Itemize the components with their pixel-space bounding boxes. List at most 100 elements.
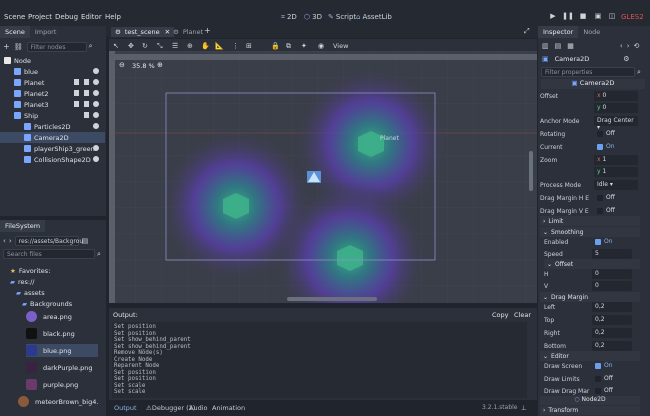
pin-icon[interactable]: ⊥: [521, 404, 527, 412]
search-files-input[interactable]: Search files: [3, 249, 95, 259]
visibility-eye-icon[interactable]: [93, 112, 99, 118]
menu-project[interactable]: Project: [28, 13, 52, 21]
pivot-icon[interactable]: ⊕: [187, 42, 193, 50]
menu-editor[interactable]: Editor: [81, 13, 102, 21]
bone-icon[interactable]: ✦: [301, 42, 307, 50]
current-checkbox[interactable]: On: [594, 142, 638, 152]
visibility-eye-icon[interactable]: [93, 101, 99, 107]
canvas-viewport[interactable]: ⊖ 35.8 % ⊕ Planet: [109, 51, 537, 303]
visibility-eye-icon[interactable]: [93, 123, 99, 129]
instance-icon[interactable]: [74, 101, 79, 107]
visibility-eye-icon[interactable]: [93, 68, 99, 74]
fs-file[interactable]: black.png: [26, 327, 75, 340]
fs-file[interactable]: darkPurple.png: [26, 361, 93, 374]
offset-v-slider[interactable]: 0: [592, 281, 632, 291]
offset-y-field[interactable]: y 0: [594, 103, 638, 113]
zoom-in-icon[interactable]: ⊕: [157, 61, 163, 69]
view-menu[interactable]: View: [333, 42, 348, 50]
offset-x-field[interactable]: x 0: [594, 91, 638, 101]
tab-debugger[interactable]: ⚠Debugger (2): [146, 404, 195, 412]
pan-icon[interactable]: ✋: [201, 42, 210, 50]
ruler-icon[interactable]: 📐: [215, 42, 224, 50]
tab-animation[interactable]: Animation: [212, 404, 245, 412]
add-node-icon[interactable]: +: [3, 42, 10, 51]
tree-row-playership[interactable]: playerShip3_green: [0, 143, 105, 154]
workspace-3d[interactable]: ⬡ 3D: [304, 13, 322, 21]
script-attached-icon[interactable]: [84, 112, 89, 118]
clear-button[interactable]: Clear: [514, 311, 531, 319]
zoom-level[interactable]: 35.8 %: [132, 62, 155, 70]
script-attached-icon[interactable]: [84, 79, 89, 85]
visibility-eye-icon[interactable]: [93, 90, 99, 96]
path-field[interactable]: res://assets/Backgrou: [14, 236, 83, 246]
history-forward-icon[interactable]: ›: [627, 42, 630, 50]
tree-row-ship[interactable]: Ship: [0, 110, 105, 121]
lock-icon[interactable]: 🔒: [271, 42, 280, 50]
fs-file[interactable]: area.png: [26, 310, 72, 323]
tree-row-particles2d[interactable]: Particles2D: [0, 121, 105, 132]
renderer-label[interactable]: GLES2: [621, 13, 644, 21]
workspace-assetlib[interactable]: ⌂ AssetLib: [356, 13, 392, 21]
menu-help[interactable]: Help: [105, 13, 121, 21]
object-menu-icon[interactable]: ⚙: [623, 55, 629, 63]
drag-margin-h-checkbox[interactable]: Off: [594, 193, 638, 203]
draw-screen-checkbox[interactable]: On: [592, 361, 636, 371]
play-icon[interactable]: ▶: [547, 12, 559, 22]
tab-scene[interactable]: Scene: [0, 26, 30, 38]
drag-bottom-slider[interactable]: 0,2: [592, 341, 632, 351]
tree-row-collisionshape2d[interactable]: CollisionShape2D: [0, 154, 105, 165]
menu-scene[interactable]: Scene: [4, 13, 25, 21]
tab-import[interactable]: Import: [30, 26, 62, 38]
forward-icon[interactable]: ›: [9, 237, 12, 245]
scale-tool-icon[interactable]: ⤡: [157, 42, 163, 51]
copy-button[interactable]: Copy: [492, 311, 509, 319]
group-icon[interactable]: ⧉: [286, 42, 291, 51]
zoom-y-field[interactable]: y 1: [594, 167, 638, 177]
camera-override-icon[interactable]: ◉: [318, 42, 324, 50]
fs-file-selected[interactable]: blue.png: [26, 344, 98, 357]
visibility-eye-icon[interactable]: [93, 145, 99, 151]
stop-icon[interactable]: ■: [577, 12, 589, 22]
play-scene-icon[interactable]: ▣: [592, 12, 604, 22]
history-back-icon[interactable]: ‹: [620, 42, 623, 50]
tree-row-camera2d[interactable]: Camera2D: [0, 132, 105, 143]
tab-test-scene[interactable]: ⚙ test_scene ✕: [111, 27, 175, 37]
add-tab-icon[interactable]: +: [204, 26, 211, 35]
snap-icon[interactable]: ⋮: [232, 42, 239, 50]
tab-filesystem[interactable]: FileSystem: [0, 220, 46, 232]
output-log[interactable]: Set position Set position Set show_behin…: [112, 322, 527, 398]
tab-node[interactable]: Node: [578, 26, 605, 38]
play-custom-icon[interactable]: ◫: [606, 12, 618, 22]
tree-row-planet3[interactable]: Planet3: [0, 99, 105, 110]
drag-top-slider[interactable]: 0,2: [592, 315, 632, 325]
script-attached-icon[interactable]: [84, 90, 89, 96]
tab-planet[interactable]: ⚙ Planet: [169, 27, 207, 37]
drag-left-slider[interactable]: 0,2: [592, 302, 632, 312]
tree-row-blue[interactable]: blue: [0, 66, 105, 77]
split-view-icon[interactable]: ▤: [82, 237, 89, 245]
speed-field[interactable]: 5: [592, 249, 632, 259]
instance-icon[interactable]: [74, 79, 79, 85]
save-resource-icon[interactable]: ▦: [567, 42, 574, 50]
select-tool-icon[interactable]: ↖: [113, 42, 119, 50]
history-icon[interactable]: ⟲: [634, 42, 640, 50]
rotate-tool-icon[interactable]: ↻: [142, 42, 148, 50]
tree-row-planet[interactable]: Planet: [0, 77, 105, 88]
anchor-mode-dropdown[interactable]: Drag Center ▾: [594, 116, 638, 131]
workspace-script[interactable]: ✎ Script: [328, 13, 356, 21]
fs-backgrounds[interactable]: ▰ Backgrounds: [22, 297, 72, 310]
menu-debug[interactable]: Debug: [55, 13, 78, 21]
fs-file[interactable]: meteorBrown_big4.: [18, 395, 98, 408]
instance-icon[interactable]: [74, 90, 79, 96]
pause-icon[interactable]: ❚❚: [562, 12, 574, 22]
workspace-2d[interactable]: ⌗ 2D: [281, 13, 297, 22]
new-resource-icon[interactable]: ▥: [542, 42, 549, 50]
filter-nodes-input[interactable]: Filter nodes: [26, 41, 87, 52]
tab-output[interactable]: Output: [114, 404, 137, 412]
zoom-x-field[interactable]: x 1: [594, 155, 638, 165]
move-tool-icon[interactable]: ✥: [128, 42, 134, 50]
drag-right-slider[interactable]: 0,2: [592, 328, 632, 338]
fs-file[interactable]: purple.png: [26, 378, 78, 391]
tab-inspector[interactable]: Inspector: [538, 26, 579, 38]
draw-drag-margin-checkbox[interactable]: Off: [592, 386, 636, 396]
